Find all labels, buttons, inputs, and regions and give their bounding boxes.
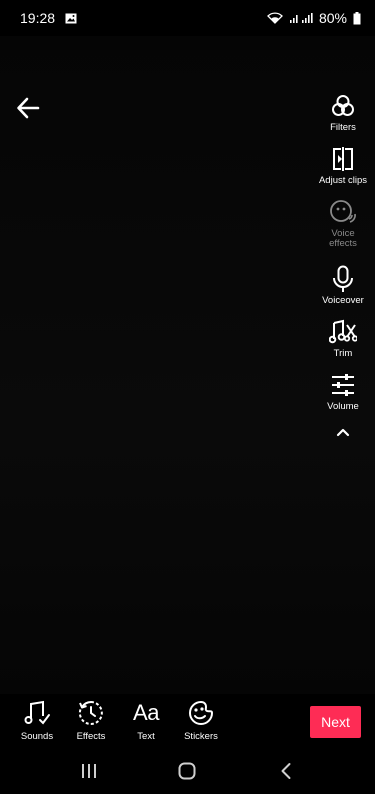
video-editor-screen: 19:28 80% Filters Adjust clips Voice eff…	[0, 0, 375, 794]
trim-icon	[329, 318, 357, 346]
gallery-icon	[65, 13, 77, 24]
bottom-toolbar: Sounds Effects Aa Text Stickers Next	[0, 694, 375, 748]
home-button[interactable]	[167, 751, 207, 791]
sounds-label: Sounds	[20, 731, 54, 742]
voice-effects-icon	[329, 198, 357, 226]
volume-sliders-icon	[329, 371, 357, 399]
wifi-icon	[267, 12, 283, 24]
adjust-clips-button[interactable]: Adjust clips	[311, 145, 375, 198]
video-preview[interactable]: Filters Adjust clips Voice effects Voice…	[0, 36, 375, 694]
side-toolbar: Filters Adjust clips Voice effects Voice…	[311, 92, 375, 446]
filters-button[interactable]: Filters	[311, 92, 375, 145]
system-nav-bar	[0, 748, 375, 794]
effects-clock-icon	[76, 698, 106, 728]
volume-label: Volume	[327, 401, 359, 412]
voice-effects-label: Voice effects	[329, 228, 357, 249]
next-button[interactable]: Next	[310, 706, 361, 738]
back-icon	[281, 763, 291, 779]
music-note-icon	[22, 698, 52, 728]
back-button[interactable]	[14, 94, 42, 122]
trim-button[interactable]: Trim	[311, 318, 375, 371]
signal-icon	[289, 12, 313, 24]
text-aa-icon: Aa	[133, 700, 159, 725]
voiceover-label: Voiceover	[322, 295, 364, 306]
system-back-button[interactable]	[266, 751, 306, 791]
arrow-left-icon	[17, 97, 40, 119]
text-button[interactable]: Aa Text	[118, 698, 174, 742]
status-bar: 19:28 80%	[0, 0, 375, 36]
status-time: 19:28	[20, 10, 56, 26]
volume-button[interactable]: Volume	[311, 371, 375, 414]
adjust-clips-label: Adjust clips	[318, 175, 368, 186]
voiceover-button[interactable]: Voiceover	[311, 265, 375, 318]
effects-button[interactable]: Effects	[63, 698, 119, 742]
stickers-button[interactable]: Stickers	[173, 698, 229, 742]
adjust-clips-icon	[329, 145, 357, 173]
recent-apps-icon	[82, 764, 97, 778]
microphone-icon	[329, 265, 357, 293]
sticker-icon	[186, 698, 216, 728]
collapse-tools-button[interactable]	[329, 418, 357, 446]
trim-label: Trim	[333, 348, 353, 359]
text-label: Text	[137, 731, 155, 742]
chevron-up-icon	[336, 428, 350, 437]
battery-icon	[353, 11, 361, 25]
recent-apps-button[interactable]	[69, 751, 109, 791]
filters-icon	[329, 92, 357, 120]
effects-label: Effects	[76, 731, 106, 742]
sounds-button[interactable]: Sounds	[9, 698, 65, 742]
home-icon	[178, 762, 196, 780]
stickers-label: Stickers	[184, 731, 218, 742]
filters-label: Filters	[330, 122, 356, 133]
battery-percentage: 80%	[318, 10, 347, 26]
voice-effects-button[interactable]: Voice effects	[311, 198, 375, 265]
